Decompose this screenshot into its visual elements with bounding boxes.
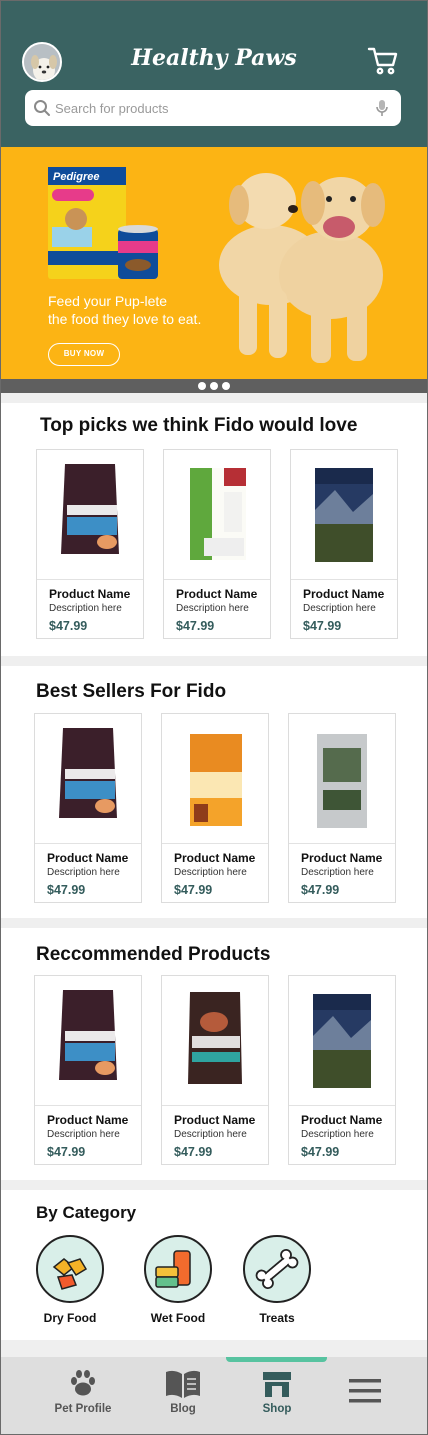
- pristine-bag-image: [35, 976, 141, 1106]
- product-price: $47.99: [47, 883, 86, 897]
- carousel-dot-2[interactable]: [210, 382, 218, 390]
- product-description: Description here: [301, 867, 374, 878]
- product-name: Product Name: [301, 851, 383, 865]
- product-description: Description here: [303, 603, 376, 614]
- cart-icon[interactable]: [367, 46, 399, 76]
- paw-icon: [71, 1370, 95, 1396]
- silver-bag-image: [289, 714, 395, 844]
- product-price: $47.99: [176, 619, 215, 633]
- carousel-dot-3[interactable]: [222, 382, 230, 390]
- product-price: $47.99: [174, 1145, 213, 1159]
- store-icon: [263, 1372, 291, 1397]
- product-card[interactable]: Product Name Description here $47.99: [161, 713, 269, 903]
- product-price: $47.99: [301, 1145, 340, 1159]
- category-label: Dry Food: [43, 1311, 97, 1325]
- buy-now-button[interactable]: BUY NOW: [48, 343, 120, 366]
- bottom-navigation: Pet Profile Blog Shop: [1, 1357, 427, 1434]
- product-price: $47.99: [301, 883, 340, 897]
- category-treats[interactable]: Treats: [242, 1235, 312, 1325]
- product-description: Description here: [174, 867, 247, 878]
- category-section: By Category Dry Food Wet Food Treats: [1, 1190, 427, 1340]
- category-label: Treats: [259, 1311, 295, 1325]
- recommended-section: Reccommended Products Product Name Descr…: [1, 928, 427, 1180]
- kibble-icon: [36, 1235, 104, 1303]
- product-description: Description here: [301, 1129, 374, 1140]
- product-card[interactable]: Product Name Description here $47.99: [161, 975, 269, 1165]
- section-title: Best Sellers For Fido: [36, 681, 227, 702]
- nav-label: Shop: [262, 1403, 292, 1415]
- nav-shop[interactable]: Shop: [232, 1357, 322, 1434]
- banner-tagline-line2: the food they love to eat.: [48, 311, 202, 327]
- banner-tagline: Feed your Pup-lete the food they love to…: [48, 292, 201, 328]
- product-name: Product Name: [47, 851, 129, 865]
- nav-menu[interactable]: [320, 1357, 410, 1434]
- organix-bag-image: [162, 976, 268, 1106]
- product-name: Product Name: [301, 1113, 383, 1127]
- section-title: By Category: [36, 1203, 137, 1222]
- product-name: Product Name: [174, 851, 256, 865]
- microphone-icon[interactable]: [375, 99, 389, 117]
- product-name: Product Name: [49, 587, 131, 601]
- product-card[interactable]: Product Name Description here $47.99: [163, 449, 271, 639]
- nav-label: Blog: [170, 1403, 196, 1415]
- can-icon: [144, 1235, 212, 1303]
- carousel-dot-1[interactable]: [198, 382, 206, 390]
- bone-icon: [243, 1235, 311, 1303]
- app-title: Healthy Paws: [131, 45, 297, 71]
- product-description: Description here: [49, 603, 122, 614]
- gather-bag-image: [162, 714, 268, 844]
- app-frame: Healthy Paws Pedigree: [0, 0, 428, 1435]
- svg-text:Pedigree: Pedigree: [53, 171, 99, 183]
- book-icon: [166, 1370, 200, 1398]
- nav-pet-profile[interactable]: Pet Profile: [38, 1357, 128, 1434]
- nav-blog[interactable]: Blog: [138, 1357, 228, 1434]
- best-sellers-section: Best Sellers For Fido Product Name Descr…: [1, 666, 427, 918]
- product-card[interactable]: Product Name Description here $47.99: [288, 975, 396, 1165]
- product-description: Description here: [47, 867, 120, 878]
- product-card[interactable]: Product Name Description here $47.99: [34, 713, 142, 903]
- product-price: $47.99: [303, 619, 342, 633]
- banner-tagline-line1: Feed your Pup-lete: [48, 293, 168, 309]
- search-input[interactable]: [55, 90, 355, 126]
- category-dry-food[interactable]: Dry Food: [35, 1235, 105, 1325]
- victor-bag-image: [291, 450, 397, 580]
- carousel-indicator: [1, 379, 427, 393]
- pristine-bag-image: [37, 450, 143, 580]
- product-description: Description here: [174, 1129, 247, 1140]
- app-header: Healthy Paws: [1, 1, 427, 147]
- product-name: Product Name: [174, 1113, 256, 1127]
- section-title: Reccommended Products: [36, 944, 271, 965]
- product-name: Product Name: [176, 587, 258, 601]
- search-icon: [34, 100, 50, 116]
- category-label: Wet Food: [150, 1311, 206, 1325]
- product-price: $47.99: [174, 883, 213, 897]
- pristine-bag-image: [35, 714, 141, 844]
- category-wet-food[interactable]: Wet Food: [143, 1235, 213, 1325]
- promo-banner[interactable]: Pedigree Feed your Pup-lete the food the…: [1, 147, 427, 379]
- section-title: Top picks we think Fido would love: [40, 415, 358, 436]
- puppies-image: [219, 173, 385, 363]
- top-picks-section: Top picks we think Fido would love Produ…: [1, 403, 427, 656]
- pedigree-puppy-package-image: Pedigree: [48, 167, 158, 279]
- product-card[interactable]: Product Name Description here $47.99: [36, 449, 144, 639]
- product-card[interactable]: Product Name Description here $47.99: [34, 975, 142, 1165]
- product-price: $47.99: [49, 619, 88, 633]
- product-name: Product Name: [47, 1113, 129, 1127]
- menu-icon: [349, 1379, 381, 1403]
- nav-label: Pet Profile: [54, 1403, 112, 1415]
- product-description: Description here: [176, 603, 249, 614]
- search-bar[interactable]: [25, 90, 401, 126]
- product-name: Product Name: [303, 587, 385, 601]
- organic-chicken-bag-image: [164, 450, 270, 580]
- product-price: $47.99: [47, 1145, 86, 1159]
- product-card[interactable]: Product Name Description here $47.99: [290, 449, 398, 639]
- victor-bag-image: [289, 976, 395, 1106]
- product-description: Description here: [47, 1129, 120, 1140]
- product-card[interactable]: Product Name Description here $47.99: [288, 713, 396, 903]
